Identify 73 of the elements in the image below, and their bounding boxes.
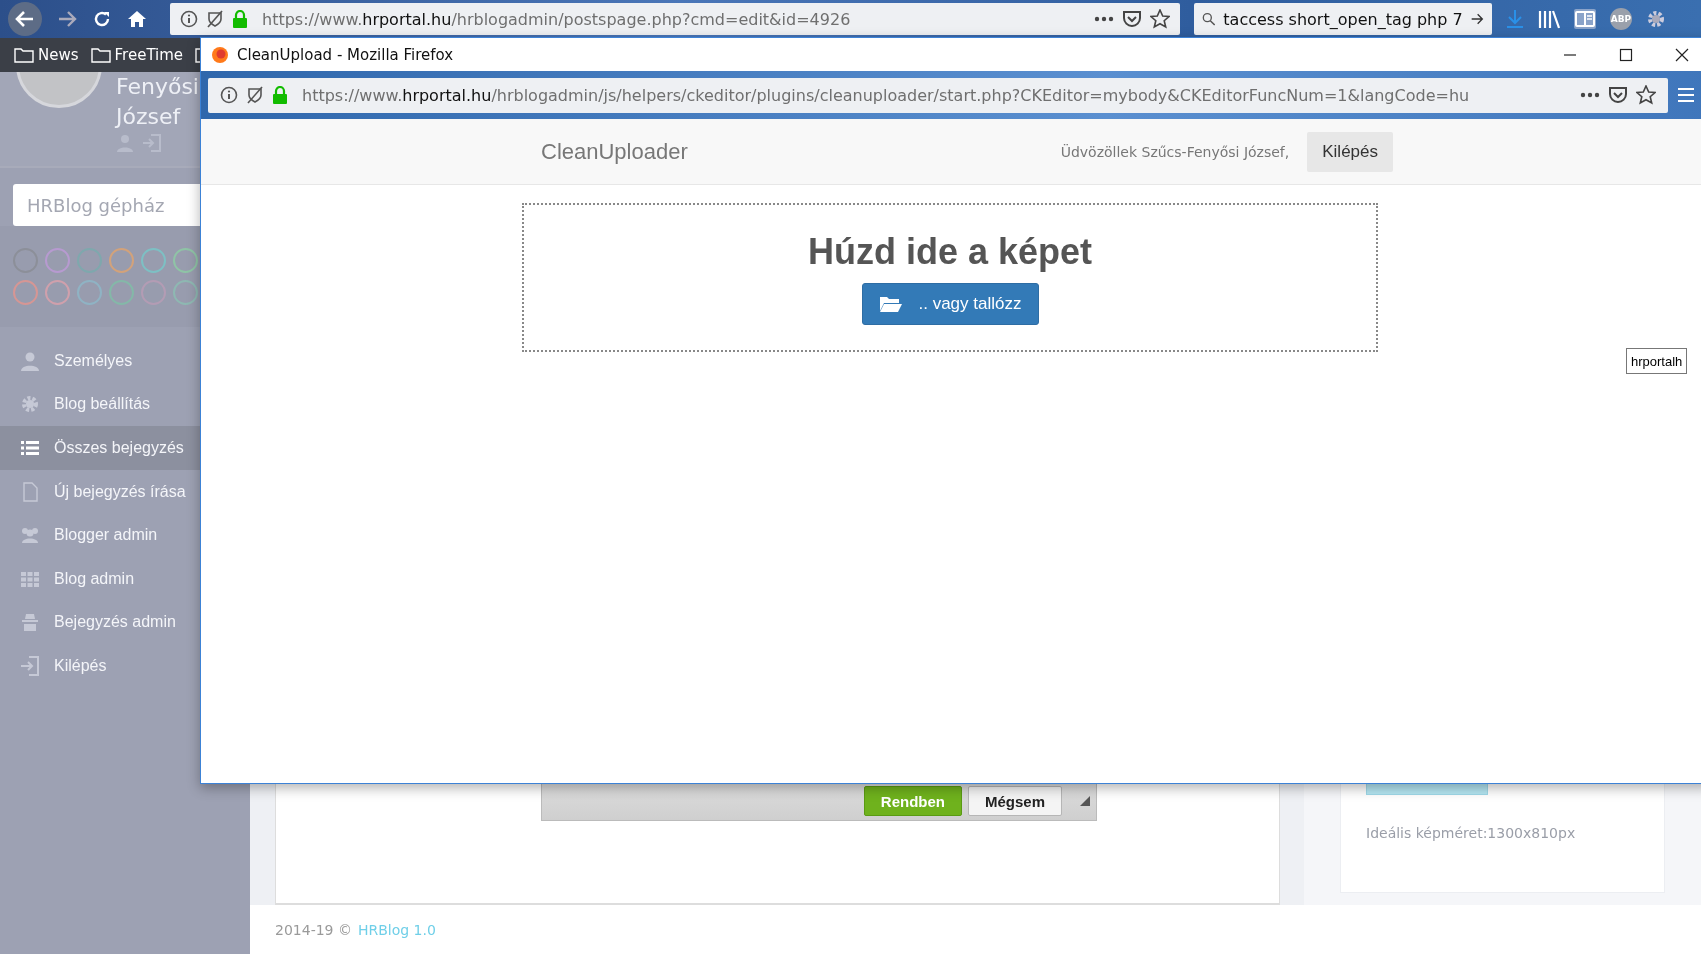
bookmark-folder[interactable]: News <box>14 46 79 64</box>
dialog-button[interactable]: Mégsem <box>967 786 1062 816</box>
firefox-logo-icon <box>211 45 229 64</box>
sidebar-item[interactable]: Új bejegyzés írása <box>0 469 250 514</box>
color-swatch[interactable] <box>13 280 38 305</box>
color-swatch[interactable] <box>45 248 70 273</box>
color-swatch[interactable] <box>173 280 198 305</box>
info-icon[interactable] <box>220 86 238 104</box>
url-text: https://www.hrportal.hu/hrblogadmin/js/helpers/ckeditor/plugins/cleanuploader/start.php?CKEditor=mybody&CKEditorFuncNum=1&langCode=hu <box>302 85 1470 105</box>
color-swatch[interactable] <box>141 280 166 305</box>
color-swatch[interactable] <box>141 248 166 273</box>
reload-icon[interactable] <box>92 9 112 29</box>
menu-icon[interactable] <box>1678 86 1694 104</box>
bookmark-star-icon[interactable] <box>1150 9 1170 29</box>
dialog-button[interactable]: Rendben <box>863 786 962 816</box>
users-icon <box>20 525 40 546</box>
back-button[interactable] <box>8 2 42 36</box>
sidebar-item[interactable]: Blogger admin <box>0 513 250 557</box>
sidebar-icon[interactable] <box>1574 9 1596 29</box>
color-swatch[interactable] <box>109 248 134 273</box>
address-bar[interactable]: https://www.hrportal.hu/hrblogadmin/js/helpers/ckeditor/plugins/cleanuploader/start.php?CKEditor=mybody&CKEditorFuncNum=1&langCode=hu <box>208 77 1668 113</box>
sidebar-item[interactable]: Blog beállítás <box>0 382 250 427</box>
library-icon[interactable] <box>1538 9 1560 29</box>
user-name: József <box>116 103 182 131</box>
color-swatch[interactable] <box>45 280 70 305</box>
sidebar-item[interactable]: Blog admin <box>0 556 250 601</box>
settings-icon[interactable] <box>1646 9 1666 29</box>
version-link[interactable]: HRBlog 1.0 <box>357 921 436 938</box>
tracking-protection-icon[interactable] <box>246 86 264 104</box>
drop-title: Húzd ide a képet <box>807 230 1093 273</box>
home-icon[interactable] <box>126 8 148 30</box>
exit-icon <box>20 655 40 676</box>
sidebar-item[interactable]: Kilépés <box>0 644 250 688</box>
logout-button[interactable]: Kilépés <box>1307 131 1393 172</box>
folder-icon <box>90 47 111 63</box>
more-icon[interactable] <box>1094 16 1114 22</box>
bookmark-star-icon[interactable] <box>1636 85 1656 105</box>
sidebar-item[interactable]: Bejegyzés admin <box>0 600 250 645</box>
more-icon[interactable] <box>1580 92 1600 98</box>
user-name: Fenyősi <box>116 73 199 101</box>
close-icon[interactable] <box>1675 47 1689 62</box>
ideal-size-note: Ideális képméret:1300x810px <box>1366 825 1577 841</box>
window-title: CleanUpload - Mozilla Firefox <box>237 45 454 64</box>
tooltip: hrportalh <box>1626 348 1688 374</box>
pocket-icon[interactable] <box>1122 10 1142 28</box>
adblock-icon[interactable]: ABP <box>1610 8 1632 30</box>
folder-icon <box>14 47 34 63</box>
info-icon[interactable] <box>180 10 198 28</box>
file-icon <box>20 481 40 502</box>
bookmark-folder[interactable]: FreeTime <box>90 46 184 64</box>
gear-icon <box>20 394 40 415</box>
brand-name[interactable]: CleanUploader <box>541 138 688 165</box>
color-swatch[interactable] <box>173 248 198 273</box>
search-text: taccess short_open_tag php 7 <box>1223 9 1463 29</box>
sidebar-item[interactable]: Személyes <box>0 339 250 383</box>
lock-icon <box>232 10 248 28</box>
drop-zone[interactable]: Húzd ide a képet .. vagy tallózz <box>522 203 1378 352</box>
resize-handle-icon[interactable] <box>1080 796 1090 806</box>
maximize-icon[interactable] <box>1619 47 1633 62</box>
color-swatch[interactable] <box>77 248 102 273</box>
address-bar[interactable]: https://www.hrportal.hu/hrblogadmin/postspage.php?cmd=edit&id=4926 <box>170 3 1180 35</box>
copyright-text: 2014-19 © <box>275 921 352 938</box>
tracking-protection-icon[interactable] <box>206 10 224 28</box>
welcome-text: Üdvözöllek Szűcs-Fenyősi József, <box>1060 143 1290 160</box>
user-icon <box>20 350 40 371</box>
browse-button[interactable]: .. vagy tallózz <box>861 282 1039 325</box>
list-icon <box>20 438 40 458</box>
color-swatch[interactable] <box>109 280 134 305</box>
pocket-icon[interactable] <box>1608 86 1628 104</box>
lock-icon <box>272 86 288 104</box>
url-text: https://www.hrportal.hu/hrblogadmin/postspage.php?cmd=edit&id=4926 <box>262 9 851 29</box>
search-bar[interactable]: taccess short_open_tag php 7 <box>1194 3 1492 35</box>
folder-icon <box>878 294 903 313</box>
